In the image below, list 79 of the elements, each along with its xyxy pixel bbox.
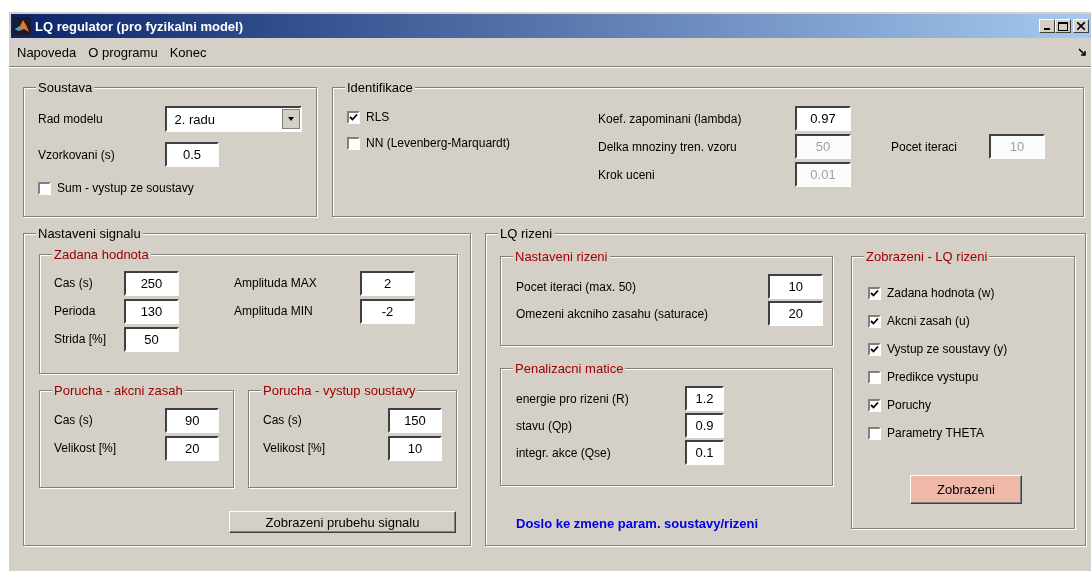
checkbox[interactable]	[347, 136, 360, 150]
field-label: Koef. zapominani (lambda)	[598, 111, 743, 126]
maximize-icon	[1058, 21, 1068, 31]
input-field[interactable]: 50	[124, 326, 179, 352]
group-title: Soustava	[36, 80, 95, 95]
checkbox[interactable]	[868, 398, 881, 412]
checkbox[interactable]	[868, 314, 881, 328]
input-field[interactable]: 2	[360, 270, 415, 296]
field-label: Rad modelu	[38, 112, 104, 126]
input-field[interactable]: 0.1	[685, 440, 724, 465]
field-label: integr. akce (Qse)	[516, 445, 612, 460]
input-field[interactable]: -2	[360, 298, 415, 324]
field-label: Cas (s)	[54, 276, 94, 290]
field-label: Pocet iteraci	[891, 139, 959, 154]
window-title: LQ regulator (pro fyzikalni model)	[35, 18, 245, 34]
input-field[interactable]: 250	[124, 270, 179, 296]
field-label: Cas (s)	[54, 413, 94, 427]
checkbox[interactable]	[868, 426, 881, 440]
show-signal-button[interactable]: Zobrazeni prubehu signalu	[229, 511, 456, 533]
menu-item[interactable]: Napoveda	[17, 44, 77, 60]
input-field[interactable]: 10	[388, 435, 442, 461]
minimize-button[interactable]	[1039, 19, 1055, 33]
group-title: Zobrazeni - LQ rizeni	[864, 249, 990, 264]
checkbox-label: Zadana hodnota (w)	[887, 286, 995, 300]
group-title: Identifikace	[345, 80, 415, 95]
group-title: Zadana hodnota	[52, 247, 151, 262]
checkbox-label: RLS	[366, 110, 390, 124]
input-field[interactable]: 10	[768, 274, 823, 299]
field-label: Omezeni akcniho zasahu (saturace)	[516, 306, 710, 321]
close-button[interactable]	[1073, 19, 1089, 33]
input-field[interactable]: 130	[124, 298, 179, 324]
field-label: Vzorkovani (s)	[38, 147, 116, 162]
checkbox-label: Akcni zasah (u)	[887, 314, 970, 328]
menu-item[interactable]: O programu	[88, 44, 158, 60]
checkbox-label: Parametry THETA	[887, 426, 984, 440]
field-label: stavu (Qp)	[516, 418, 573, 433]
checkbox[interactable]	[347, 110, 360, 124]
input-field[interactable]: 1.2	[685, 386, 724, 411]
checkbox[interactable]	[868, 286, 881, 300]
field-label: Amplituda MIN	[234, 304, 314, 318]
menu-item[interactable]: Konec	[169, 44, 207, 60]
dropdown[interactable]: 2. radu	[164, 106, 302, 132]
checkbox-label: Predikce vystupu	[887, 370, 979, 384]
checkbox[interactable]	[868, 342, 881, 356]
show-button[interactable]: Zobrazeni	[910, 475, 1022, 504]
maximize-button[interactable]	[1055, 19, 1071, 33]
group-title: Nastaveni signalu	[36, 226, 143, 241]
input-field[interactable]: 90	[165, 407, 219, 433]
field-label: Velikost [%]	[263, 441, 327, 455]
checkbox-label: Poruchy	[887, 398, 932, 412]
group-title: LQ rizeni	[498, 226, 555, 241]
field-label: Pocet iteraci (max. 50)	[516, 279, 638, 294]
input-field[interactable]: 20	[165, 435, 219, 461]
dock-icon[interactable]	[1078, 47, 1087, 57]
field-label: Amplituda MAX	[234, 276, 318, 290]
input-field[interactable]: 0.97	[795, 106, 851, 131]
group-title: Penalizacni matice	[513, 361, 626, 376]
group-title: Porucha - vystup soustavy	[261, 383, 418, 398]
close-icon	[1077, 22, 1085, 30]
field-label: Delka mnoziny tren. vzoru	[598, 139, 738, 154]
checkbox-label: Vystup ze soustavy (y)	[887, 342, 1008, 356]
app-icon	[13, 17, 31, 35]
checkbox[interactable]	[38, 181, 51, 195]
input-field[interactable]: 0.5	[165, 142, 219, 167]
checkbox-label: Sum - vystup ze soustavy	[57, 181, 194, 195]
checkbox-label: NN (Levenberg-Marquardt)	[366, 136, 511, 150]
field-label: Strida [%]	[54, 332, 108, 346]
field-label: Perioda	[54, 304, 97, 318]
field-label: Cas (s)	[263, 413, 303, 427]
input-field[interactable]: 150	[388, 407, 442, 433]
field-label: Velikost [%]	[54, 441, 118, 455]
input-field[interactable]: 0.9	[685, 413, 724, 438]
status-message: Doslo ke zmene param. soustavy/rizeni	[516, 516, 760, 531]
field-label: energie pro rizeni (R)	[516, 391, 630, 406]
input-field[interactable]: 20	[768, 301, 823, 326]
group-title: Nastaveni rizeni	[513, 249, 610, 264]
checkbox[interactable]	[868, 370, 881, 384]
group-title: Porucha - akcni zasah	[52, 383, 185, 398]
field-label: Krok uceni	[598, 167, 656, 182]
